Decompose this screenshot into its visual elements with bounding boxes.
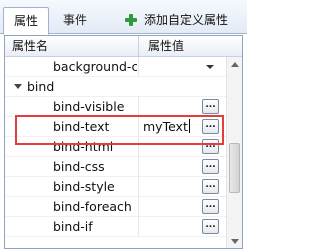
plus-icon <box>124 13 138 27</box>
scroll-down-arrow-icon[interactable] <box>231 239 239 244</box>
property-rows: background-co bind bind-visible ... bind… <box>5 57 226 248</box>
property-name: background-co <box>53 59 137 74</box>
property-name: bind-if <box>53 219 93 234</box>
ellipsis-button[interactable]: ... <box>202 179 219 194</box>
grid-header: 属性名 属性值 <box>5 36 242 57</box>
ellipsis-button[interactable]: ... <box>202 139 219 154</box>
dropdown-arrow-icon[interactable] <box>206 65 214 69</box>
property-row-bind-visible[interactable]: bind-visible ... <box>5 97 226 117</box>
property-name: bind-text <box>53 119 110 134</box>
property-name: bind-style <box>53 179 115 194</box>
category-row-bind[interactable]: bind <box>5 77 226 97</box>
text-cursor <box>188 119 190 133</box>
tab-strip: 属性 事件 添加自定义属性 <box>0 0 247 35</box>
tab-events[interactable]: 事件 <box>52 7 98 35</box>
collapse-triangle-icon[interactable] <box>14 84 22 89</box>
property-row-background-color[interactable]: background-co <box>5 57 226 77</box>
row-divider <box>138 197 139 217</box>
add-custom-property-button[interactable]: 添加自定义属性 <box>124 10 228 30</box>
column-header-value: 属性值 <box>148 39 185 53</box>
ellipsis-button[interactable]: ... <box>202 119 219 134</box>
property-name: bind-css <box>53 159 105 174</box>
column-header-name: 属性名 <box>12 39 49 53</box>
row-divider <box>138 57 139 77</box>
property-row-bind-html[interactable]: bind-html ... <box>5 137 226 157</box>
column-divider[interactable] <box>138 36 139 56</box>
row-divider <box>138 157 139 177</box>
tab-properties[interactable]: 属性 <box>3 7 49 35</box>
property-name: bind-html <box>53 139 114 154</box>
property-row-bind-css[interactable]: bind-css ... <box>5 157 226 177</box>
ellipsis-button[interactable]: ... <box>202 99 219 114</box>
row-divider <box>138 177 139 197</box>
property-row-bind-text[interactable]: bind-text myText ... <box>5 117 226 137</box>
property-name: bind-foreach <box>53 199 132 214</box>
add-custom-property-label: 添加自定义属性 <box>144 13 229 27</box>
scroll-up-arrow-icon[interactable] <box>231 62 239 67</box>
row-divider <box>138 137 139 157</box>
property-panel: 属性 事件 添加自定义属性 属性名 属性值 background-co bind… <box>0 0 247 252</box>
property-row-bind-if[interactable]: bind-if ... <box>5 217 226 237</box>
row-divider <box>138 97 139 117</box>
property-row-bind-style[interactable]: bind-style ... <box>5 177 226 197</box>
property-value-text: myText <box>143 119 188 134</box>
property-row-bind-foreach[interactable]: bind-foreach ... <box>5 197 226 217</box>
property-value-input[interactable]: myText <box>143 117 190 137</box>
ellipsis-button[interactable]: ... <box>202 199 219 214</box>
ellipsis-button[interactable]: ... <box>202 159 219 174</box>
property-grid: 属性名 属性值 background-co bind bind-visible … <box>4 35 243 249</box>
scroll-thumb[interactable] <box>229 143 240 193</box>
property-name: bind-visible <box>53 99 125 114</box>
vertical-scrollbar[interactable] <box>226 57 242 248</box>
row-divider <box>138 117 139 137</box>
ellipsis-button[interactable]: ... <box>202 219 219 234</box>
row-divider <box>138 217 139 237</box>
category-name: bind <box>27 79 55 94</box>
